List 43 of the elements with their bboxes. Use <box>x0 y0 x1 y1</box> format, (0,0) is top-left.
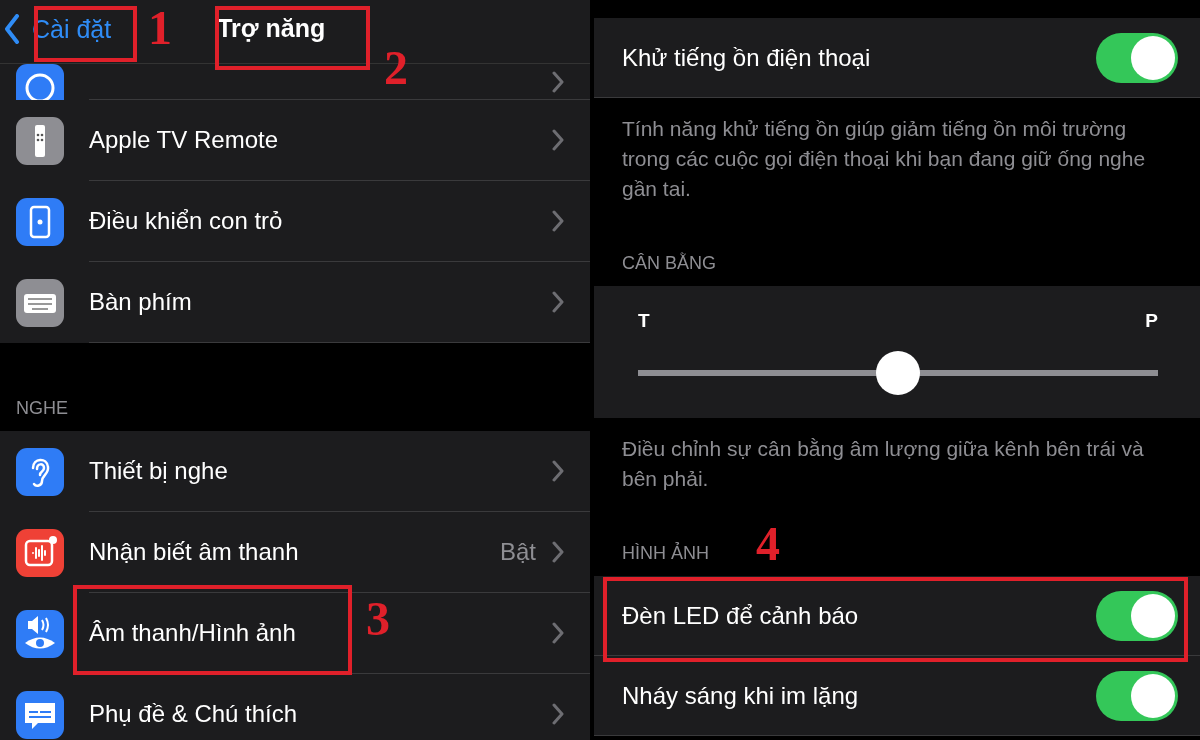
step-number: 2 <box>384 44 408 92</box>
chevron-icon <box>552 703 564 725</box>
row-label: Nhận biết âm thanh <box>89 538 299 566</box>
step-number: 4 <box>756 520 780 568</box>
settings-row[interactable]: Apple TV Remote <box>0 100 590 181</box>
section-header: CÂN BẰNG <box>622 253 717 274</box>
footnote-text: Điều chỉnh sự cân bằng âm lượng giữa kênh bên trái và bên phải. <box>621 436 1145 492</box>
settings-row[interactable]: Bàn phím <box>0 262 590 343</box>
chevron-icon <box>552 541 564 563</box>
row-label: Apple TV Remote <box>89 126 278 154</box>
row-label: Âm thanh/Hình ảnh <box>89 619 296 647</box>
chevron-icon <box>552 622 564 644</box>
slider-thumb[interactable] <box>876 351 920 395</box>
screen-title: Trợ năng <box>217 14 326 43</box>
chevron-icon <box>552 291 564 313</box>
back-chevron-icon <box>4 14 20 44</box>
chevron-icon <box>552 70 564 93</box>
chevron-icon <box>552 460 564 482</box>
settings-row[interactable]: Điều khiển con trỏ <box>0 181 590 262</box>
row-label: Bàn phím <box>89 288 192 316</box>
row-value: Bật <box>499 538 536 566</box>
settings-row[interactable]: Âm thanh/Hình ảnh 3 <box>0 593 590 674</box>
step-number: 1 <box>148 4 172 52</box>
slider-right-label: P <box>1145 310 1158 332</box>
section-header: NGHE <box>16 398 68 419</box>
slider-left-label: T <box>638 310 650 332</box>
settings-row[interactable]: Nhận biết âm thanh Bật <box>0 512 590 593</box>
chevron-icon <box>552 210 564 232</box>
toggle-switch[interactable] <box>1096 32 1178 83</box>
row-label: Điều khiển con trỏ <box>89 207 283 235</box>
row-label: Đèn LED để cảnh báo <box>622 601 859 630</box>
chevron-icon <box>552 129 564 151</box>
settings-row[interactable]: Thiết bị nghe <box>0 431 590 512</box>
toggle-switch[interactable] <box>1096 590 1178 641</box>
row-label: Phụ đề & Chú thích <box>89 700 298 728</box>
row-label: Khử tiếng ồn điện thoại <box>622 43 871 72</box>
step-number: 3 <box>366 595 390 643</box>
toggle-switch[interactable] <box>1096 670 1178 721</box>
footnote-text: Tính năng khử tiếng ồn giúp giảm tiếng ồn môi trường trong các cuộc gọi điện thoại khi bạn đang giữ ống nghe gần tai. <box>621 116 1147 202</box>
row-label: Nháy sáng khi im lặng <box>622 681 859 710</box>
row-label: Thiết bị nghe <box>89 457 228 485</box>
settings-row[interactable]: Phụ đề & Chú thích <box>0 674 590 740</box>
section-header: HÌNH ẢNH <box>622 543 709 564</box>
